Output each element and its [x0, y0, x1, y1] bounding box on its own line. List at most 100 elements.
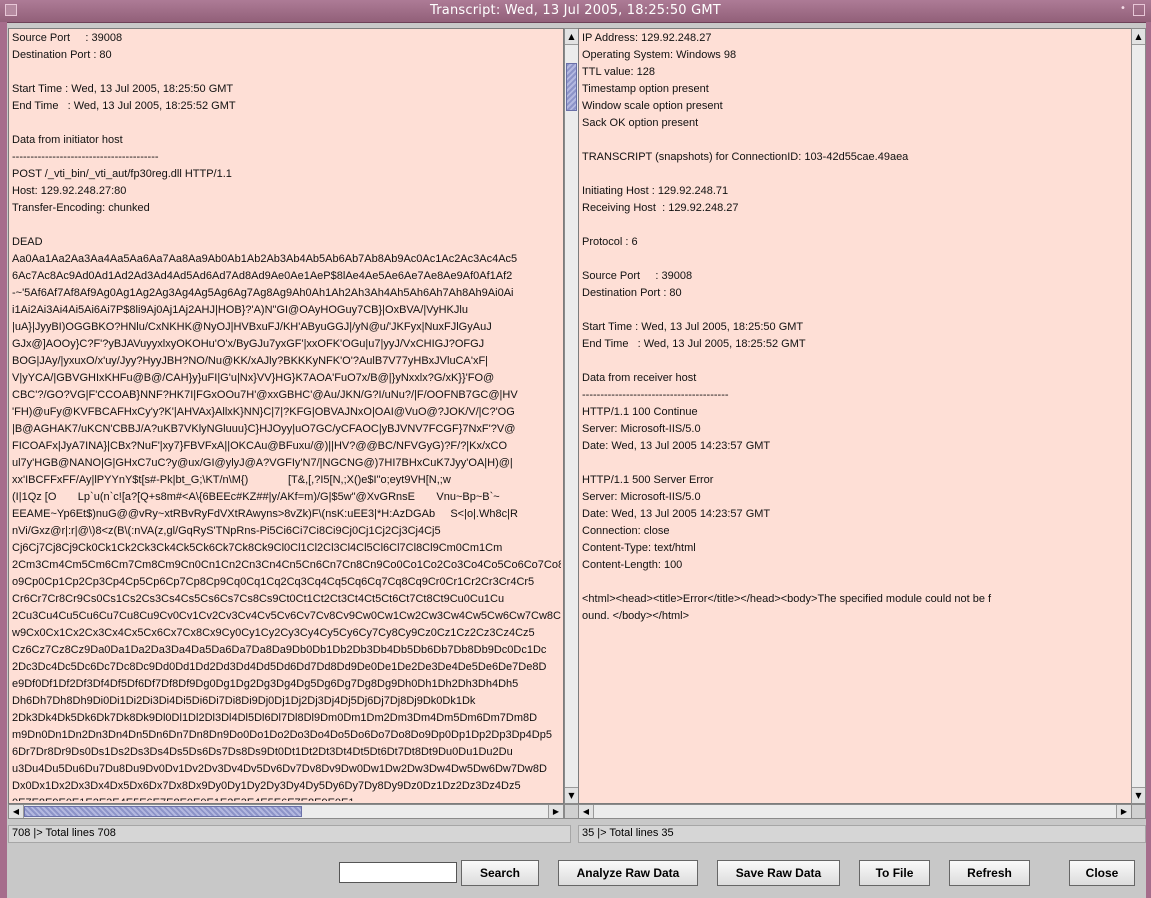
initiator-transcript-text[interactable]: Source Port : 39008 Destination Port : 80… [12, 30, 561, 801]
transcript-line: CBC'?/GO?VG|F'CCOAB}NNF?HK7I|FGxOOu7H'@x… [12, 389, 518, 401]
transcript-line: 2Dk3Dk4Dk5Dk6Dk7Dk8Dk9Dl0Dl1Dl2Dl3Dl4Dl5… [12, 712, 538, 724]
transcript-line [12, 217, 561, 234]
initiator-transcript-pane[interactable]: Source Port : 39008 Destination Port : 80… [8, 28, 564, 804]
transcript-line: 6Ac7Ac8Ac9Ad0Ad1Ad2Ad3Ad4Ad5Ad6Ad7Ad8Ad9… [12, 270, 513, 282]
transcript-line: w9Cx0Cx1Cx2Cx3Cx4Cx5Cx6Cx7Cx8Cx9Cy0Cy1Cy… [12, 627, 535, 639]
transcript-line: Dh6Dh7Dh8Dh9Di0Di1Di2Di3Di4Di5Di6Di7Di8D… [12, 695, 476, 707]
transcript-line: |B@AGHAK7/uKCN'CBBJ/A?uKB7VKlyNGluuu}C}H… [12, 423, 516, 435]
scroll-corner [1131, 804, 1146, 819]
transcript-line: DEAD [12, 236, 43, 248]
transcript-line: -~'5Af6Af7Af8Af9Ag0Ag1Ag2Ag3Ag4Ag5Ag6Ag7… [12, 287, 514, 299]
transcript-line: 'FH)@uFy@KVFBCAFHxCy'y?K'|AHVAx}AllxK}NN… [12, 406, 515, 418]
receiver-line-count: 35 |> Total lines 35 [578, 825, 1146, 843]
transcript-line: Start Time : Wed, 13 Jul 2005, 18:25:50 … [12, 83, 234, 95]
minimize-icon[interactable]: • [1117, 4, 1129, 16]
transcript-line: Cj6Cj7Cj8Cj9Ck0Ck1Ck2Ck3Ck4Ck5Ck6Ck7Ck8C… [12, 542, 503, 554]
transcript-line [582, 251, 1129, 268]
transcript-line: ound. </body></html> [582, 610, 690, 622]
transcript-line: HTTP/1.1 100 Continue [582, 406, 698, 418]
transcript-line: GJx@]AOOy}C?F'?yBJAVuyyxlxyOKOHu'O'x/ByG… [12, 338, 485, 350]
receiver-vertical-scrollbar[interactable]: ▲ ▼ [1131, 28, 1146, 804]
search-button[interactable]: Search [461, 860, 539, 886]
initiator-vertical-scrollbar[interactable]: ▲ ▼ [564, 28, 579, 804]
transcript-line: Transfer-Encoding: chunked [12, 202, 150, 214]
scroll-up-icon[interactable]: ▲ [565, 29, 578, 45]
transcript-line: Source Port : 39008 [582, 270, 693, 282]
transcript-line: POST /_vti_bin/_vti_aut/fp30reg.dll HTTP… [12, 168, 232, 180]
transcript-line: 2Cu3Cu4Cu5Cu6Cu7Cu8Cu9Cv0Cv1Cv2Cv3Cv4Cv5… [12, 610, 561, 622]
transcript-line: e9Df0Df1Df2Df3Df4Df5Df6Df7Df8Df9Dg0Dg1Dg… [12, 678, 519, 690]
to-file-button[interactable]: To File [859, 860, 930, 886]
transcript-line: Content-Length: 100 [582, 559, 683, 571]
transcript-line: |uA}|JyyBI)OGGBKO?HNlu/CxNKHK@NyOJ|HVBxu… [12, 321, 492, 333]
transcript-line: Aa0Aa1Aa2Aa3Aa4Aa5Aa6Aa7Aa8Aa9Ab0Ab1Ab2A… [12, 253, 518, 265]
transcript-line: Server: Microsoft-IIS/5.0 [582, 423, 701, 435]
refresh-button[interactable]: Refresh [949, 860, 1030, 886]
transcript-line: Cz6Cz7Cz8Cz9Da0Da1Da2Da3Da4Da5Da6Da7Da8D… [12, 644, 547, 656]
scroll-up-icon[interactable]: ▲ [1132, 29, 1145, 45]
transcript-line: IP Address: 129.92.248.27 [582, 32, 712, 44]
transcript-line: ---------------------------------------- [12, 151, 159, 163]
transcript-line [582, 455, 1129, 472]
scroll-corner [564, 804, 579, 819]
transcript-line: u3Du4Du5Du6Du7Du8Du9Dv0Dv1Dv2Dv3Dv4Dv5Dv… [12, 763, 547, 775]
maximize-icon[interactable] [1133, 4, 1145, 16]
transcript-line: 6Dr7Dr8Dr9Ds0Ds1Ds2Ds3Ds4Ds5Ds6Ds7Ds8Ds9… [12, 746, 513, 758]
initiator-vertical-scroll-thumb[interactable] [566, 63, 577, 111]
transcript-line: nVi/Gxz@r|:r|@\)8<z(B\(:nVA(z,gl/GqRyS'T… [12, 525, 441, 537]
transcript-line: xx'IBCFFxFF/Ay|lPYYnY$t[s#-Pk|bt_G;\KT/n… [12, 474, 451, 486]
transcript-line: EEAME~Yp6Et$)nuG@@vRy~xtRBvRyFdVXtRAwyns… [12, 508, 518, 520]
scroll-left-icon[interactable]: ◀ [9, 805, 24, 818]
close-button[interactable]: Close [1069, 860, 1135, 886]
transcript-line: BOG|JAy/|yxuxO/x'uy/Jyy?HyyJBH?NO/Nu@KK/… [12, 355, 489, 367]
scroll-right-icon[interactable]: ▶ [1116, 805, 1131, 818]
transcript-line [582, 166, 1129, 183]
transcript-line: Connection: close [582, 525, 670, 537]
transcript-line: Operating System: Windows 98 [582, 49, 737, 61]
transcript-line: Start Time : Wed, 13 Jul 2005, 18:25:50 … [582, 321, 804, 333]
scroll-left-icon[interactable]: ◀ [579, 805, 594, 818]
transcript-line: Dx0Dx1Dx2Dx3Dx4Dx5Dx6Dx7Dx8Dx9Dy0Dy1Dy2D… [12, 780, 521, 792]
transcript-line: (I|1Qz [O Lp`u(n`c![a?[Q+s8m#<A\{6BEEc#K… [12, 491, 500, 503]
transcript-line [12, 115, 561, 132]
search-input[interactable] [339, 862, 457, 883]
transcript-line: Source Port : 39008 [12, 32, 123, 44]
scroll-down-icon[interactable]: ▼ [565, 787, 578, 803]
transcript-line: End Time : Wed, 13 Jul 2005, 18:25:52 GM… [12, 100, 236, 112]
transcript-line: V|yYCA/|GBVGHIxKHFu@B@/CAH}y}uFI|G'u|Nx}… [12, 372, 495, 384]
window-title: Transcript: Wed, 13 Jul 2005, 18:25:50 G… [430, 3, 721, 18]
transcript-line: <html><head><title>Error</title></head><… [582, 593, 992, 605]
transcript-line: Destination Port : 80 [582, 287, 682, 299]
transcript-line: Date: Wed, 13 Jul 2005 14:23:57 GMT [582, 508, 771, 520]
initiator-horizontal-scroll-thumb[interactable] [24, 806, 302, 817]
transcript-line: o9Cp0Cp1Cp2Cp3Cp4Cp5Cp6Cp7Cp8Cp9Cq0Cq1Cq… [12, 576, 535, 588]
window-frame-right [1146, 22, 1151, 898]
transcript-line [582, 353, 1129, 370]
scroll-down-icon[interactable]: ▼ [1132, 787, 1145, 803]
transcript-line: Cr6Cr7Cr8Cr9Cs0Cs1Cs2Cs3Cs4Cs5Cs6Cs7Cs8C… [12, 593, 505, 605]
receiver-transcript-pane[interactable]: IP Address: 129.92.248.27 Operating Syste… [578, 28, 1132, 804]
transcript-line: ul7y'HGB@NANO|G|GHxC7uC?y@ux/GI@ylyJ@A?V… [12, 457, 513, 469]
receiver-transcript-text[interactable]: IP Address: 129.92.248.27 Operating Syste… [582, 30, 1129, 801]
transcript-line [12, 64, 561, 81]
transcript-line: Destination Port : 80 [12, 49, 112, 61]
transcript-line: Server: Microsoft-IIS/5.0 [582, 491, 701, 503]
transcript-line: Content-Type: text/html [582, 542, 696, 554]
receiver-horizontal-scrollbar[interactable]: ◀ ▶ [578, 804, 1132, 819]
transcript-line: Initiating Host : 129.92.248.71 [582, 185, 729, 197]
analyze-raw-data-button[interactable]: Analyze Raw Data [558, 860, 698, 886]
transcript-line [582, 302, 1129, 319]
scroll-right-icon[interactable]: ▶ [548, 805, 563, 818]
transcript-line: Sack OK option present [582, 117, 699, 129]
transcript-line [582, 217, 1129, 234]
window-titlebar[interactable]: Transcript: Wed, 13 Jul 2005, 18:25:50 G… [0, 0, 1151, 23]
transcript-line: Data from receiver host [582, 372, 697, 384]
transcript-line: Host: 129.92.248.27:80 [12, 185, 127, 197]
transcript-line: Date: Wed, 13 Jul 2005 14:23:57 GMT [582, 440, 771, 452]
transcript-line: Window scale option present [582, 100, 723, 112]
initiator-horizontal-scrollbar[interactable]: ◀ ▶ [8, 804, 564, 819]
save-raw-data-button[interactable]: Save Raw Data [717, 860, 840, 886]
transcript-line: Protocol : 6 [582, 236, 638, 248]
transcript-line [582, 132, 1129, 149]
initiator-line-count: 708 |> Total lines 708 [8, 825, 571, 843]
